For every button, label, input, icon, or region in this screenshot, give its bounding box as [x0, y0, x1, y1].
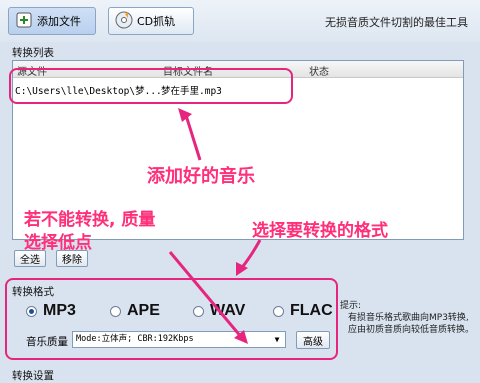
annotation-added-music: 添加好的音乐 [147, 166, 255, 187]
annotation-arrows [168, 108, 262, 344]
annotation-choose-format: 选择要转换的格式 [252, 221, 388, 241]
annotation-low-quality-1: 若不能转换, 质量 [24, 210, 156, 230]
annotation-low-quality-2: 选择低点 [24, 233, 92, 253]
